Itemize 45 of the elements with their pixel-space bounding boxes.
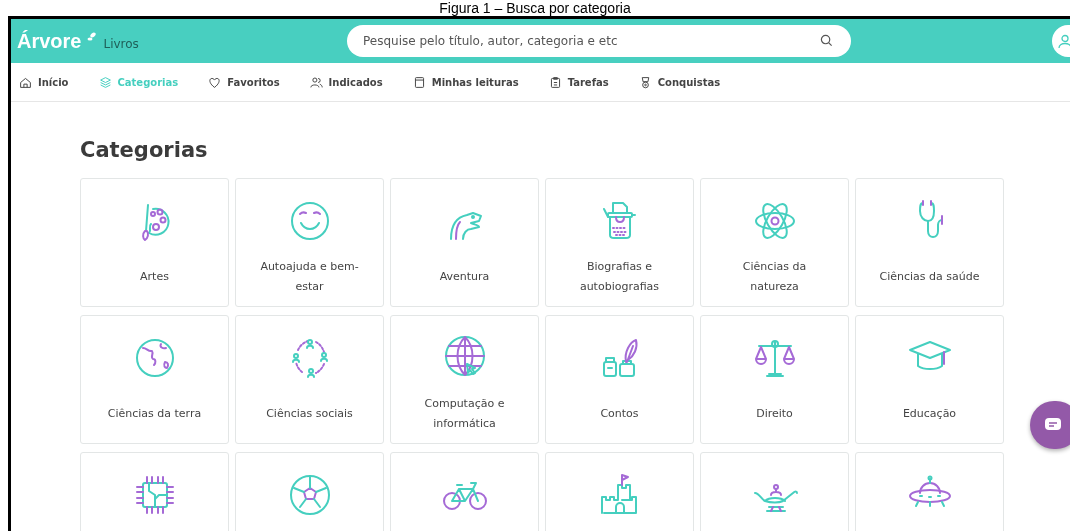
user-icon [1058,34,1070,48]
heart-icon [208,75,222,89]
nav-tab[interactable]: Favoritos [208,75,280,89]
chat-icon [1044,417,1062,433]
nav-tab[interactable]: Conquistas [638,75,721,89]
category-card[interactable]: Ciências da saúde [855,178,1004,307]
category-card[interactable]: Artes [80,178,229,307]
page-title: Categorias [80,138,209,162]
search-icon[interactable] [820,34,833,47]
category-card[interactable]: Ciências da terra [80,315,229,444]
category-card[interactable]: Ciências sociais [235,315,384,444]
category-label: Ciências sociais [265,406,354,422]
category-label: Educação [901,406,958,422]
nav-tab[interactable]: Início [19,75,69,89]
book-icon [412,75,426,89]
category-card[interactable]: Contos [545,315,694,444]
category-card[interactable]: Autoajuda e bem-estar [235,178,384,307]
category-label: Contos [599,406,640,422]
search-field[interactable]: Pesquise pelo título, autor, categoria e etc [347,25,851,57]
category-label: Aventura [438,269,491,285]
logo-subtitle: Livros [103,36,139,51]
category-card[interactable]: Educação [855,315,1004,444]
category-card[interactable]: Computação e informática [390,315,539,444]
category-card[interactable]: Biografias e autobiografias [545,178,694,307]
chat-button[interactable] [1030,401,1070,449]
category-label: Biografias e autobiografias [578,259,661,295]
house-icon [19,75,32,89]
nav-tab[interactable]: Indicados [309,75,383,89]
leaf-icon [87,31,98,42]
category-label: Autoajuda e bem-estar [259,259,360,295]
people-icon [309,75,323,89]
category-card[interactable]: Ciências da natureza [700,178,849,307]
nav-tab[interactable]: Minhas leituras [412,75,519,89]
category-label: Ciências da saúde [878,269,981,285]
category-label: Direito [755,406,794,422]
category-card[interactable]: Direito [700,315,849,444]
category-label: Ciências da terra [106,406,203,422]
category-label: Ciências da natureza [741,259,808,295]
category-label: Computação e informática [423,396,506,432]
category-card[interactable]: Aventura [390,178,539,307]
category-label: Artes [139,269,170,285]
figure-caption: Figura 1 – Busca por categoria [438,0,632,16]
clipboard-icon [548,75,562,89]
nav-tab[interactable]: Tarefas [548,75,609,89]
layers-icon [98,75,112,89]
